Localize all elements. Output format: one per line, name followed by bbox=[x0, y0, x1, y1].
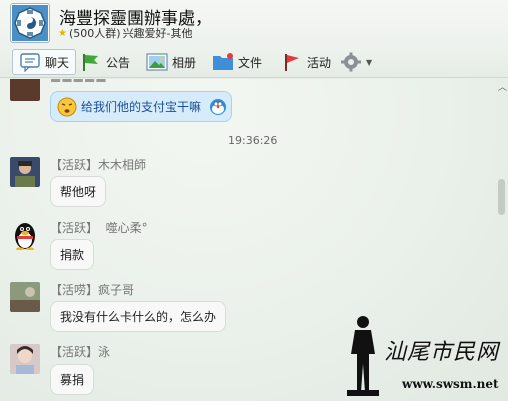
group-avatar[interactable] bbox=[10, 3, 50, 43]
red-flag-icon bbox=[281, 52, 303, 72]
scroll-thumb[interactable] bbox=[498, 179, 505, 215]
photo-icon bbox=[146, 52, 168, 72]
sender-name[interactable]: 泳 bbox=[98, 345, 110, 359]
sender-name[interactable]: 木木相師 bbox=[98, 158, 146, 172]
avatar[interactable] bbox=[10, 344, 40, 374]
message-bubble[interactable]: 捐款 bbox=[50, 239, 95, 270]
tab-chat-label: 聊天 bbox=[45, 55, 70, 70]
sender-label: ▬▬▬▬▬ bbox=[50, 79, 107, 86]
chat-icon bbox=[19, 52, 41, 73]
message-bubble[interactable]: 帮他呀 bbox=[50, 176, 107, 207]
member-tag: 【活跃】 bbox=[50, 158, 99, 172]
star-icon: ★ bbox=[58, 27, 67, 39]
chevron-down-icon: ▼ bbox=[366, 57, 373, 67]
member-count: (500人群) bbox=[68, 27, 121, 40]
member-tag: 【活唠】 bbox=[50, 283, 99, 297]
settings-menu-button[interactable]: ▼ bbox=[340, 49, 372, 75]
penguin-icon bbox=[15, 223, 35, 250]
sender-name[interactable]: 噬心柔° bbox=[106, 221, 148, 235]
chevron-up-icon[interactable]: ︿ bbox=[498, 80, 507, 93]
tab-announcement[interactable]: 公告 bbox=[80, 49, 130, 75]
tab-chat[interactable]: 聊天 bbox=[12, 49, 77, 75]
message-bubble[interactable]: 募捐 bbox=[50, 364, 95, 395]
tab-activity-label: 活动 bbox=[307, 55, 332, 70]
message-bubble[interactable]: 我没有什么卡什么的，怎么办 bbox=[50, 301, 227, 332]
sender-label: 【活跃】 噬心柔° bbox=[50, 219, 148, 236]
group-header: 海豐探靈團辦事處， ★ (500人群) 兴趣爱好-其他 bbox=[0, 0, 508, 46]
avatar[interactable] bbox=[10, 157, 40, 187]
toolbar: 聊天 公告 相册 文件 活动 ▼ bbox=[0, 46, 508, 78]
silhouette-logo bbox=[347, 316, 379, 396]
message-text: 给我们他的支付宝干嘛 bbox=[81, 100, 202, 114]
tab-files-label: 文件 bbox=[238, 55, 263, 70]
doraemon-icon bbox=[209, 98, 227, 116]
tab-album-label: 相册 bbox=[172, 55, 197, 70]
avatar[interactable] bbox=[10, 220, 40, 250]
message-text: 帮他呀 bbox=[60, 185, 97, 199]
message-text: 募捐 bbox=[60, 373, 85, 387]
tab-album[interactable]: 相册 bbox=[146, 49, 196, 75]
chat-area[interactable]: ▬▬▬▬▬ 给我们他的支付宝干嘛 19:36:26 【活跃】木木相師 帮他呀 【… bbox=[0, 79, 508, 401]
tab-files[interactable]: 文件 bbox=[212, 49, 262, 75]
watermark-text: 汕尾市民网 bbox=[384, 340, 500, 365]
member-tag: 【活跃】 bbox=[50, 345, 99, 359]
group-category[interactable]: 兴趣爱好-其他 bbox=[123, 25, 193, 41]
watermark-url: www.swsm.net bbox=[402, 377, 499, 391]
avatar[interactable] bbox=[10, 79, 40, 101]
message-text: 我没有什么卡什么的，怎么办 bbox=[60, 310, 217, 324]
tab-activity[interactable]: 活动 bbox=[281, 49, 331, 75]
sender-label: 【活跃】泳 bbox=[50, 343, 110, 360]
flag-icon bbox=[80, 52, 102, 72]
emoji-icon bbox=[57, 97, 77, 117]
message-bubble[interactable]: 给我们他的支付宝干嘛 bbox=[50, 91, 233, 122]
gear-icon bbox=[340, 52, 362, 72]
sender-label: 【活跃】木木相師 bbox=[50, 156, 146, 173]
tab-announcement-label: 公告 bbox=[106, 55, 131, 70]
message-text: 捐款 bbox=[60, 248, 85, 262]
message-timestamp: 19:36:26 bbox=[228, 134, 278, 147]
group-meta: ★ (500人群) 兴趣爱好-其他 bbox=[58, 25, 193, 41]
member-tag: 【活跃】 bbox=[50, 221, 99, 235]
avatar[interactable] bbox=[10, 282, 40, 312]
bagua-icon bbox=[12, 5, 48, 41]
folder-icon bbox=[212, 52, 234, 72]
sender-label: 【活唠】疯子哥 bbox=[50, 281, 134, 298]
sender-name[interactable]: 疯子哥 bbox=[98, 283, 134, 297]
